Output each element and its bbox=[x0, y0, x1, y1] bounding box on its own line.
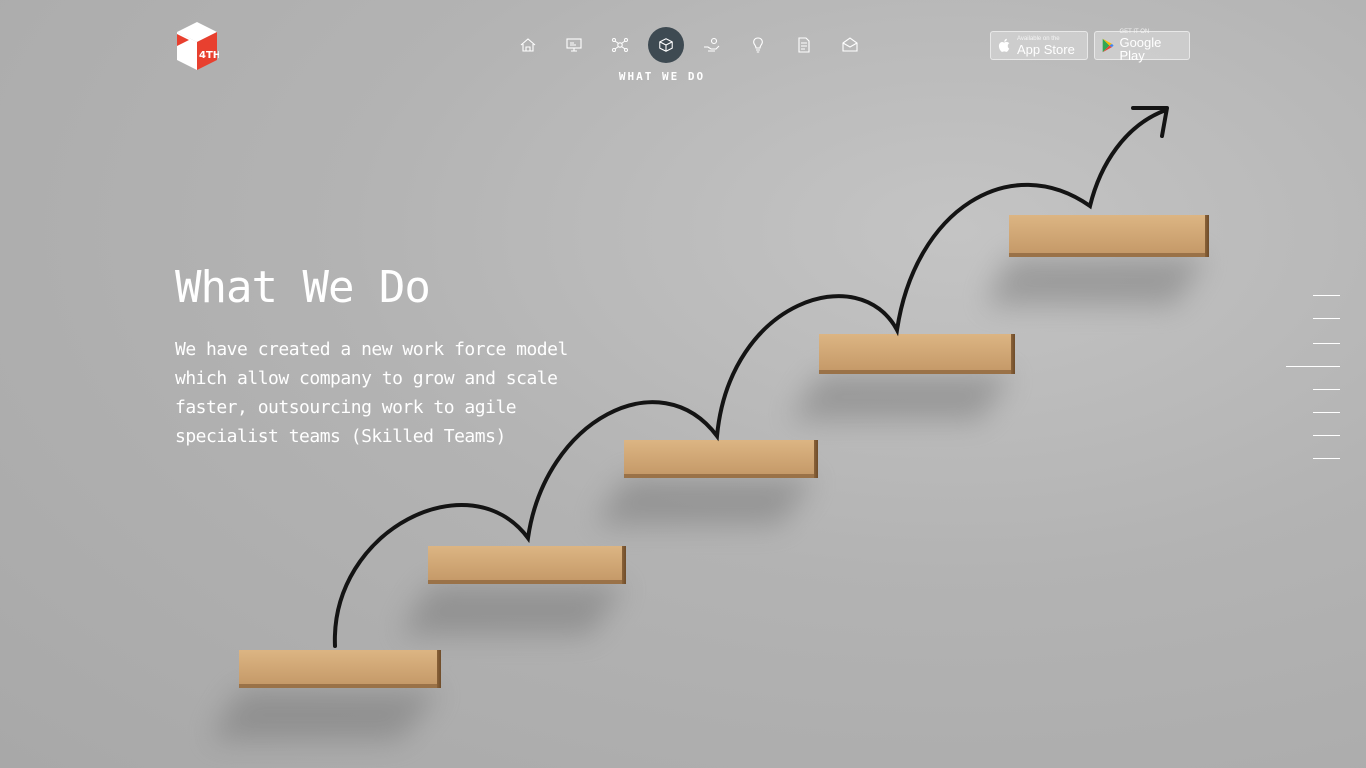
google-play-icon bbox=[1102, 38, 1114, 53]
nav-documents[interactable] bbox=[781, 27, 827, 63]
hero-description: We have created a new work force model w… bbox=[175, 339, 568, 447]
nav-about[interactable] bbox=[551, 27, 597, 63]
wood-block bbox=[239, 650, 441, 688]
svg-text:4TH: 4TH bbox=[199, 50, 219, 61]
section-pagination bbox=[1286, 295, 1340, 459]
mail-icon bbox=[842, 37, 858, 52]
wood-block bbox=[428, 546, 626, 584]
document-icon bbox=[798, 37, 810, 53]
page-title: What We Do bbox=[175, 262, 431, 313]
section-dot[interactable] bbox=[1313, 412, 1340, 413]
apple-icon bbox=[998, 38, 1010, 52]
app-store-badge[interactable]: Available on the App Store bbox=[990, 31, 1088, 60]
hand-coin-icon bbox=[704, 37, 720, 52]
home-icon bbox=[520, 38, 536, 52]
app-store-small-text: Available on the bbox=[1017, 35, 1060, 42]
nav-active-bubble bbox=[648, 27, 684, 63]
google-play-label: Google Play bbox=[1119, 35, 1162, 63]
section-dot[interactable] bbox=[1313, 343, 1340, 344]
monitor-icon bbox=[566, 38, 582, 52]
cube-icon bbox=[659, 38, 673, 52]
nav-active-label: WHAT WE DO bbox=[618, 70, 706, 83]
wood-block bbox=[819, 334, 1015, 374]
google-play-badge[interactable]: GET IT ON Google Play bbox=[1094, 29, 1190, 63]
nav-home[interactable] bbox=[505, 27, 551, 63]
nav-services[interactable] bbox=[689, 27, 735, 63]
section-dot[interactable] bbox=[1313, 389, 1340, 390]
section-dot[interactable] bbox=[1313, 318, 1340, 319]
lightbulb-icon bbox=[753, 37, 763, 53]
app-store-label: App Store bbox=[1017, 41, 1075, 57]
section-dot[interactable] bbox=[1313, 435, 1340, 436]
section-dot-active[interactable] bbox=[1286, 366, 1340, 367]
main-nav bbox=[505, 27, 873, 63]
company-logo[interactable]: 4TH bbox=[175, 20, 219, 72]
nav-ideas[interactable] bbox=[735, 27, 781, 63]
section-dot[interactable] bbox=[1313, 295, 1340, 296]
section-dot[interactable] bbox=[1313, 458, 1340, 459]
wood-block bbox=[1009, 215, 1209, 257]
nav-what-we-do[interactable] bbox=[643, 27, 689, 63]
nav-network[interactable] bbox=[597, 27, 643, 63]
nav-contact[interactable] bbox=[827, 27, 873, 63]
network-icon bbox=[612, 38, 628, 52]
wood-block bbox=[624, 440, 818, 478]
